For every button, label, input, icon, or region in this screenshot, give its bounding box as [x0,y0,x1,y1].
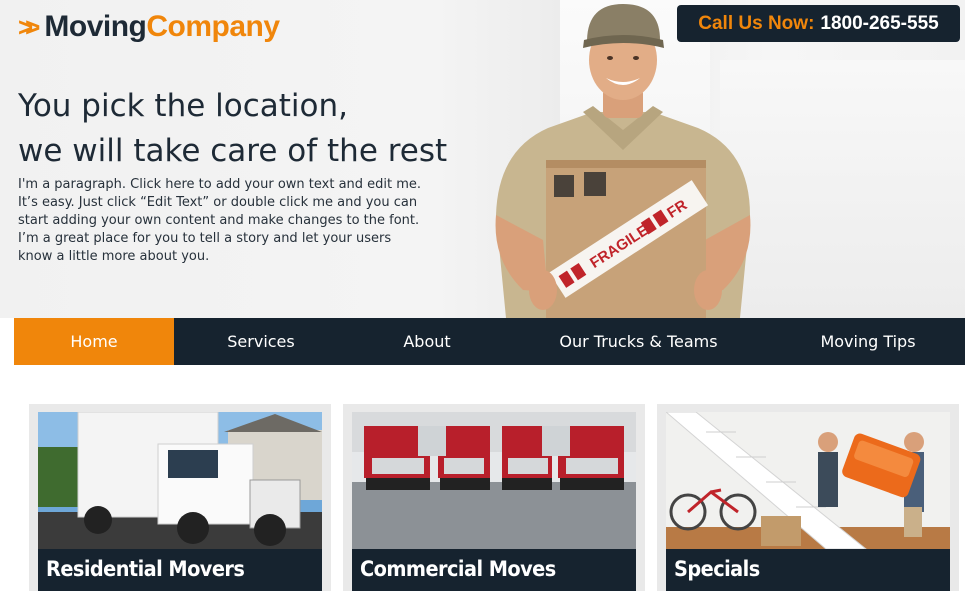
main-nav: Home Services About Our Trucks & Teams M… [14,318,965,365]
red-semi-trucks-photo [352,412,636,549]
nav-item-home[interactable]: Home [14,318,174,365]
white-box-truck-photo [38,412,322,549]
hero-banner: >> Moving Company Call Us Now: 1800-265-5… [0,0,965,318]
nav-item-moving-tips[interactable]: Moving Tips [771,318,965,365]
service-card-commercial[interactable]: Commercial Moves [343,404,645,591]
headline-line-1: You pick the location, [18,88,349,124]
card-title[interactable]: Commercial Moves [360,557,556,581]
logo-word-moving: Moving [44,10,147,43]
nav-item-trucks-teams[interactable]: Our Trucks & Teams [506,318,771,365]
card-title-band: Commercial Moves [352,549,636,591]
site-logo[interactable]: >> Moving Company [18,10,280,44]
nav-item-about[interactable]: About [348,318,506,365]
logo-word-company: Company [146,10,280,43]
mover-with-box-image: FRAGILE FR [495,4,751,318]
service-card-specials[interactable]: Specials [657,404,959,591]
hero-paragraph: I'm a paragraph. Click here to add your … [18,177,422,264]
service-card-residential[interactable]: Residential Movers [29,404,331,591]
card-title-band: Specials [666,549,950,591]
card-title[interactable]: Specials [674,557,760,581]
hero-headline: You pick the location, we will take care… [18,84,488,174]
headline-line-2: we will take care of the rest [18,133,448,169]
phone-number[interactable]: 1800-265-555 [820,13,938,35]
card-title-band: Residential Movers [38,549,322,591]
chevron-icon: >> [18,11,41,42]
nav-item-services[interactable]: Services [174,318,348,365]
movers-carrying-sofa-photo [666,412,950,549]
card-title[interactable]: Residential Movers [46,557,245,581]
